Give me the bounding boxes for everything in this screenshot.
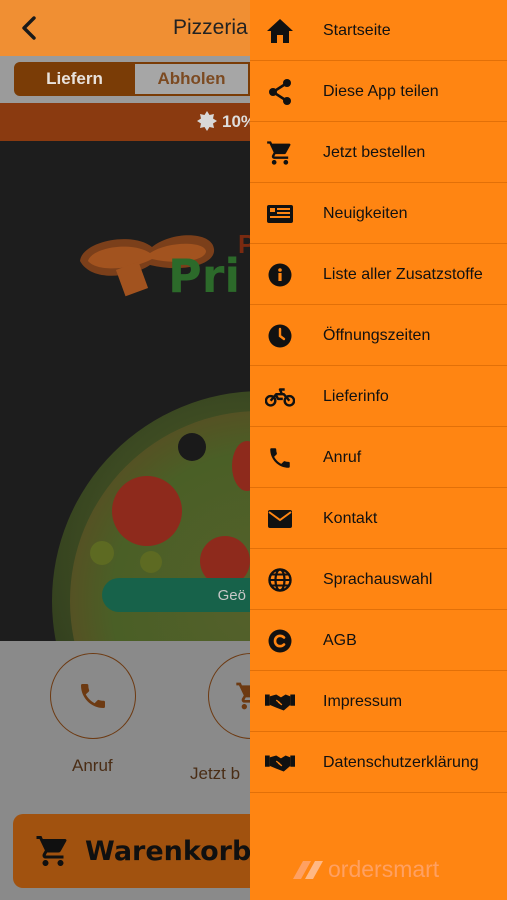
menu-item-label: Datenschutzerklärung [323,753,479,771]
logo-text: Pri [168,249,241,303]
menu-item-privacy[interactable]: Datenschutzerklärung [250,732,507,793]
menu-item-label: Lieferinfo [323,387,389,405]
cart-button[interactable]: Warenkorb [13,814,263,888]
menu-item-imprint[interactable]: Impressum [250,671,507,732]
olive [178,433,206,461]
menu-item-label: Diese App teilen [323,82,439,100]
menu-item-opening-hours[interactable]: Öffnungszeiten [250,305,507,366]
cart-label: Warenkorb [85,835,252,867]
envelope-icon [265,504,295,534]
call-button[interactable] [50,653,136,739]
menu-item-news[interactable]: Neuigkeiten [250,183,507,244]
brand-text: ordersmart [328,856,440,882]
pickup-tab[interactable]: Abholen [135,62,250,96]
copyright-icon [265,626,295,656]
badge-icon [197,111,217,131]
menu-item-language[interactable]: Sprachauswahl [250,549,507,610]
olive [90,541,114,565]
menu-item-contact[interactable]: Kontakt [250,488,507,549]
menu-item-home[interactable]: Startseite [250,0,507,61]
menu-item-order[interactable]: Jetzt bestellen [250,122,507,183]
olive [140,551,162,573]
menu-item-label: Anruf [323,448,362,466]
share-icon [265,77,295,107]
side-drawer: Startseite Diese App teilen Jetzt bestel… [250,0,507,900]
menu-item-label: Jetzt bestellen [323,143,426,161]
news-icon [265,199,295,229]
handshake-icon [265,687,295,717]
handshake-icon [265,748,295,778]
menu-item-label: Startseite [323,21,391,39]
menu-item-label: Sprachauswahl [323,570,433,588]
opening-status-button[interactable]: Geö [102,578,272,612]
phone-icon [265,443,295,473]
ordersmart-mark-icon [291,859,325,881]
motorcycle-icon [265,382,295,412]
clock-icon [265,321,295,351]
home-icon [265,16,295,46]
info-icon [265,260,295,290]
menu-item-additives[interactable]: Liste aller Zusatzstoffe [250,244,507,305]
menu-item-delivery-info[interactable]: Lieferinfo [250,366,507,427]
menu-item-label: AGB [323,631,357,649]
globe-icon [265,565,295,595]
menu-item-label: Kontakt [323,509,378,527]
cart-icon [36,836,67,866]
menu-item-label: Neuigkeiten [323,204,408,222]
deliver-tab[interactable]: Liefern [14,62,135,96]
cart-icon [265,138,295,168]
tomato [112,476,182,546]
menu-item-call[interactable]: Anruf [250,427,507,488]
menu-item-label: Öffnungszeiten [323,326,431,344]
order-now-label: Jetzt b [190,764,241,783]
menu-item-label: Liste aller Zusatzstoffe [323,265,483,283]
menu-item-label: Impressum [323,692,403,710]
menu-item-share[interactable]: Diese App teilen [250,61,507,122]
phone-icon [81,684,105,708]
back-button[interactable] [14,12,44,44]
ordersmart-logo: ordersmart [291,856,439,883]
call-label: Anruf [72,756,113,775]
chevron-left-icon [22,16,36,40]
menu-item-terms[interactable]: AGB [250,610,507,671]
